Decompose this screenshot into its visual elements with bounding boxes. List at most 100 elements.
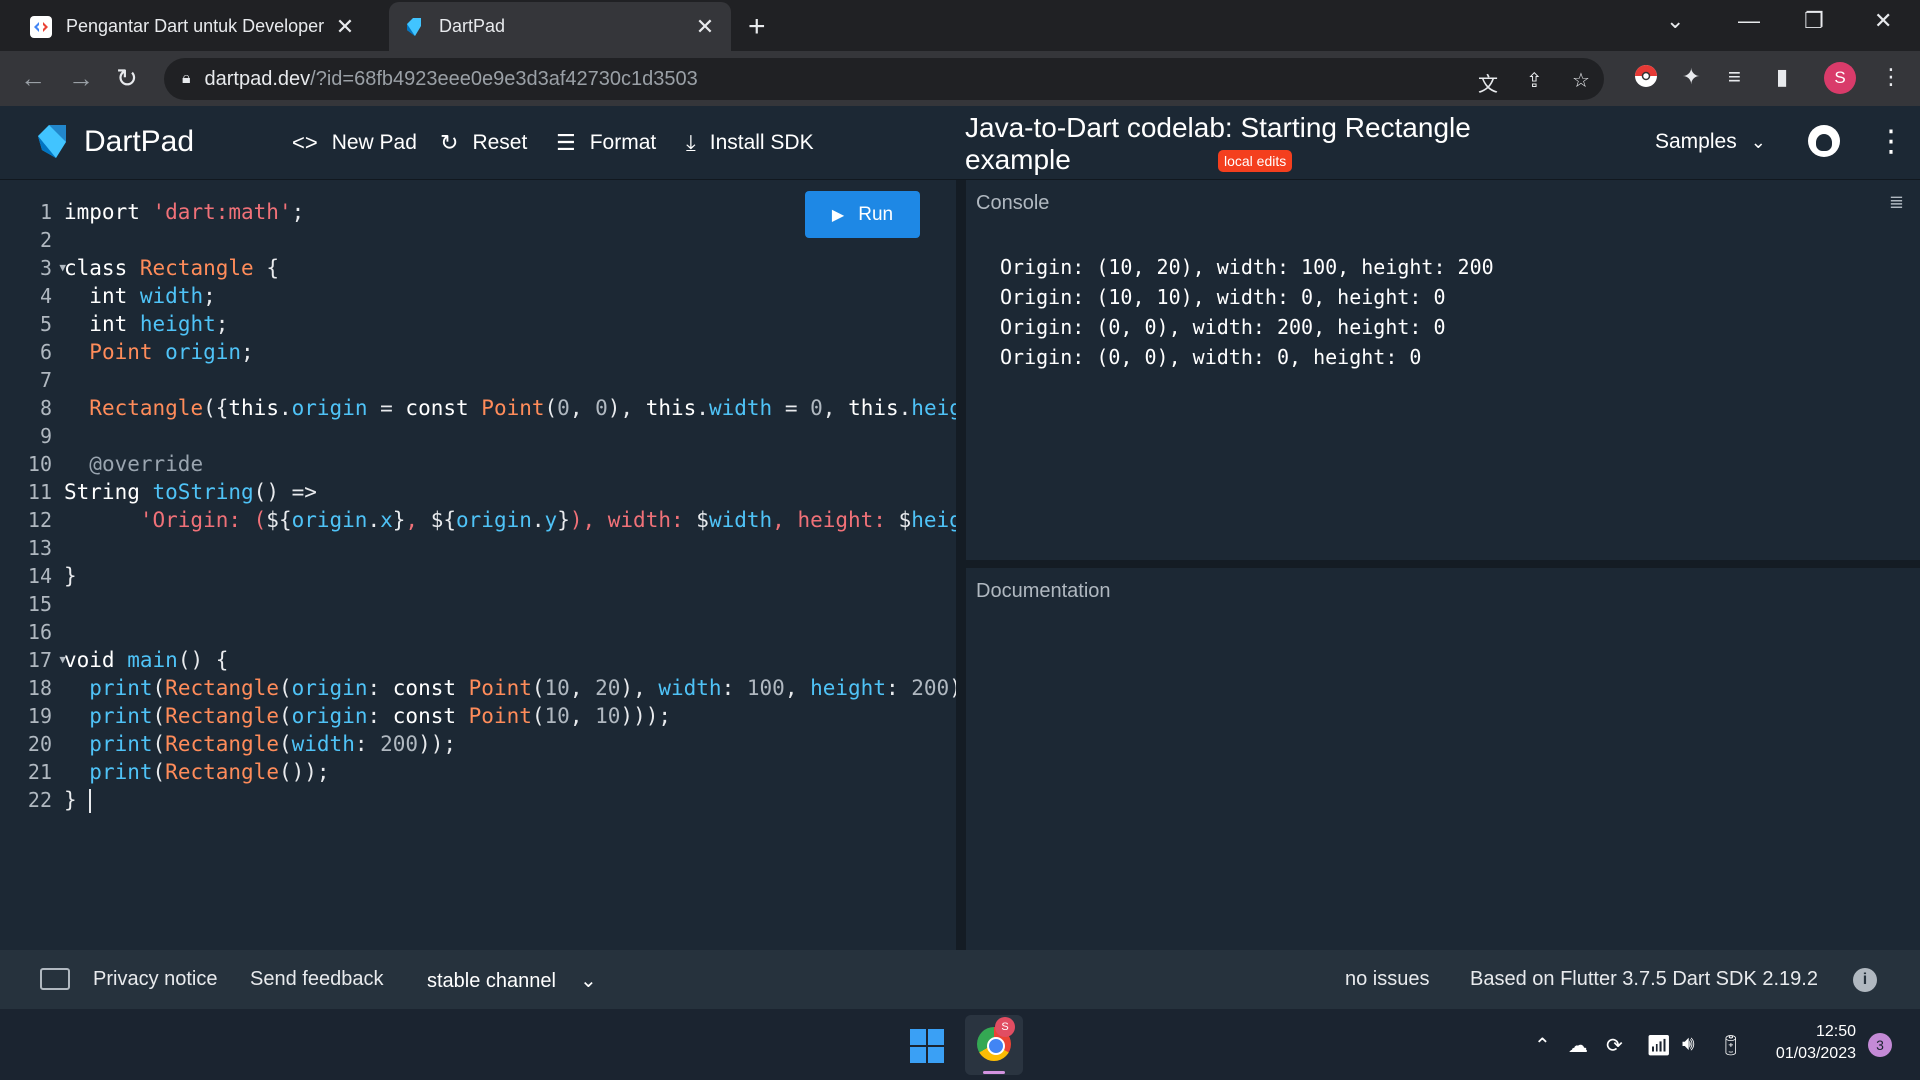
translate-icon[interactable]: 文 [1478, 68, 1498, 97]
show-hidden-icons-icon[interactable]: ⌃ [1534, 1033, 1551, 1058]
privacy-notice-link[interactable]: Privacy notice [93, 968, 218, 991]
github-icon[interactable] [1808, 125, 1840, 157]
documentation-panel: Documentation [966, 568, 1920, 950]
horizontal-split-handle[interactable] [966, 560, 1920, 568]
share-icon[interactable]: ⇪ [1526, 68, 1543, 93]
back-icon[interactable]: ← [20, 63, 46, 94]
wifi-icon[interactable]: 📶︎ [1646, 1033, 1671, 1058]
volume-icon[interactable]: 🔊︎ [1682, 1033, 1695, 1056]
samples-label: Samples [1655, 130, 1737, 153]
console-title: Console [976, 192, 1050, 214]
format-label: Format [589, 131, 657, 154]
code-line[interactable]: print(Rectangle()); [64, 758, 956, 786]
active-app-indicator [983, 1071, 1005, 1074]
code-line[interactable]: String toString() => [64, 478, 956, 506]
reload-icon[interactable]: ↻ [116, 63, 138, 94]
lock-icon[interactable]: 🔒︎ [182, 70, 191, 88]
line-number: 11 [27, 480, 52, 504]
send-feedback-link[interactable]: Send feedback [250, 968, 383, 991]
info-icon[interactable]: i [1853, 968, 1877, 992]
line-number-gutter: 1 2 3 ▼ 4 5 6 7 8 9 10 11 12 13 14 15 16 17 ▼ 18 19 20 21 22 [0, 198, 66, 814]
code-line[interactable]: } [64, 562, 956, 590]
url-text[interactable]: dartpad.dev/?id=68fb4923eee0e9e3d3af4273… [205, 68, 698, 91]
sync-icon[interactable]: ⟳ [1606, 1033, 1623, 1058]
chevron-down-icon: ⌄ [1750, 131, 1766, 152]
local-edits-badge: local edits [1218, 150, 1293, 172]
tab-pengantar-dart[interactable]: Pengantar Dart untuk Developer ✕ [16, 2, 371, 51]
browser-menu-icon[interactable]: ⋮ [1880, 64, 1902, 90]
forward-icon[interactable]: → [68, 63, 94, 94]
code-line[interactable] [64, 366, 956, 394]
tab-title: Pengantar Dart untuk Developer [66, 16, 325, 36]
tab-search-icon[interactable]: ⌄ [1666, 8, 1684, 34]
code-line[interactable]: Rectangle({this.origin = const Point(0, … [64, 394, 956, 422]
run-label: Run [858, 203, 894, 225]
address-bar[interactable]: 🔒︎ dartpad.dev/?id=68fb4923eee0e9e3d3af4… [164, 58, 1604, 100]
code-editor[interactable]: 1 2 3 ▼ 4 5 6 7 8 9 10 11 12 13 14 15 16 17 ▼ 18 19 20 21 22 im… [0, 180, 956, 950]
line-number: 3 ▼ [0, 254, 66, 282]
code-line[interactable]: print(Rectangle(origin: const Point(10, … [64, 674, 956, 702]
restore-icon[interactable]: ❐ [1804, 8, 1824, 34]
play-icon: ▶ [831, 206, 845, 224]
line-number-text: 17 [27, 648, 52, 672]
side-panel-icon[interactable]: ▮ [1776, 64, 1788, 90]
extensions-puzzle-icon[interactable]: ✦ [1682, 64, 1700, 90]
run-button[interactable]: ▶ Run [805, 191, 920, 238]
code-line[interactable] [64, 422, 956, 450]
code-line[interactable] [64, 618, 956, 646]
code-line[interactable] [64, 534, 956, 562]
code-line[interactable]: } [64, 786, 956, 814]
code-line[interactable]: class Rectangle { [64, 254, 956, 282]
clock-date: 01/03/2023 [1775, 1045, 1856, 1062]
dartpad-header: DartPad <> New Pad ↻ Reset ☰ Format ⤓ In… [0, 106, 1920, 180]
format-button[interactable]: ☰ Format [556, 130, 656, 156]
code-line[interactable]: print(Rectangle(origin: const Point(10, … [64, 702, 956, 730]
reset-button[interactable]: ↻ Reset [440, 130, 527, 156]
chrome-taskbar-button[interactable]: S [965, 1015, 1023, 1075]
line-number: 4 [39, 284, 52, 308]
onedrive-icon[interactable]: ☁ [1568, 1033, 1588, 1058]
close-tab-icon[interactable]: ✕ [693, 14, 717, 40]
new-tab-button[interactable]: + [748, 10, 766, 44]
vertical-split-handle[interactable] [956, 180, 966, 950]
line-number: 7 [39, 368, 52, 392]
system-clock[interactable]: 12:50 01/03/2023 [1760, 1021, 1856, 1065]
issues-status[interactable]: no issues [1345, 968, 1430, 991]
bookmark-star-icon[interactable]: ☆ [1572, 68, 1590, 93]
chrome-profile-badge: S [995, 1017, 1015, 1037]
code-area[interactable]: import 'dart:math'; class Rectangle { in… [64, 198, 956, 814]
channel-dropdown[interactable]: stable channel ⌄ [427, 968, 597, 993]
dartpad-logo[interactable]: DartPad [36, 124, 194, 160]
code-line[interactable]: int width; [64, 282, 956, 310]
line-number: 16 [27, 620, 52, 644]
reading-list-icon[interactable]: ≡ [1728, 64, 1741, 90]
install-sdk-button[interactable]: ⤓ Install SDK [686, 130, 814, 156]
code-line[interactable]: int height; [64, 310, 956, 338]
code-line[interactable]: @override [64, 450, 956, 478]
windows-start-icon[interactable] [910, 1029, 944, 1063]
notification-badge[interactable]: 3 [1868, 1033, 1892, 1057]
line-number: 13 [27, 536, 52, 560]
new-pad-button[interactable]: <> New Pad [292, 130, 417, 156]
chevron-down-icon: ⌄ [579, 970, 597, 992]
code-line[interactable]: void main() { [64, 646, 956, 674]
close-tab-icon[interactable]: ✕ [333, 14, 357, 40]
clear-console-icon[interactable]: ≣ [1889, 192, 1904, 213]
console-line: Origin: (0, 0), width: 0, height: 0 [1000, 345, 1422, 369]
code-line[interactable]: Point origin; [64, 338, 956, 366]
documentation-title: Documentation [976, 580, 1111, 602]
code-line[interactable] [64, 590, 956, 618]
code-line[interactable]: 'Origin: (${origin.x}, ${origin.y}), wid… [64, 506, 956, 534]
app-name: DartPad [84, 125, 195, 158]
pokeball-extension-icon[interactable] [1634, 64, 1658, 94]
tab-dartpad[interactable]: DartPad ✕ [389, 2, 731, 51]
console-panel: Console ≣ Origin: (10, 20), width: 100, … [966, 180, 1920, 560]
keyboard-shortcuts-icon[interactable] [40, 968, 70, 990]
minimize-icon[interactable]: — [1738, 8, 1760, 34]
more-menu-icon[interactable]: ⋮ [1876, 124, 1906, 159]
profile-avatar[interactable]: S [1824, 62, 1856, 94]
code-line[interactable]: print(Rectangle(width: 200)); [64, 730, 956, 758]
battery-icon[interactable]: 🔋︎ [1718, 1033, 1743, 1058]
close-window-icon[interactable]: ✕ [1874, 8, 1892, 34]
samples-dropdown[interactable]: Samples ⌄ [1655, 130, 1766, 154]
